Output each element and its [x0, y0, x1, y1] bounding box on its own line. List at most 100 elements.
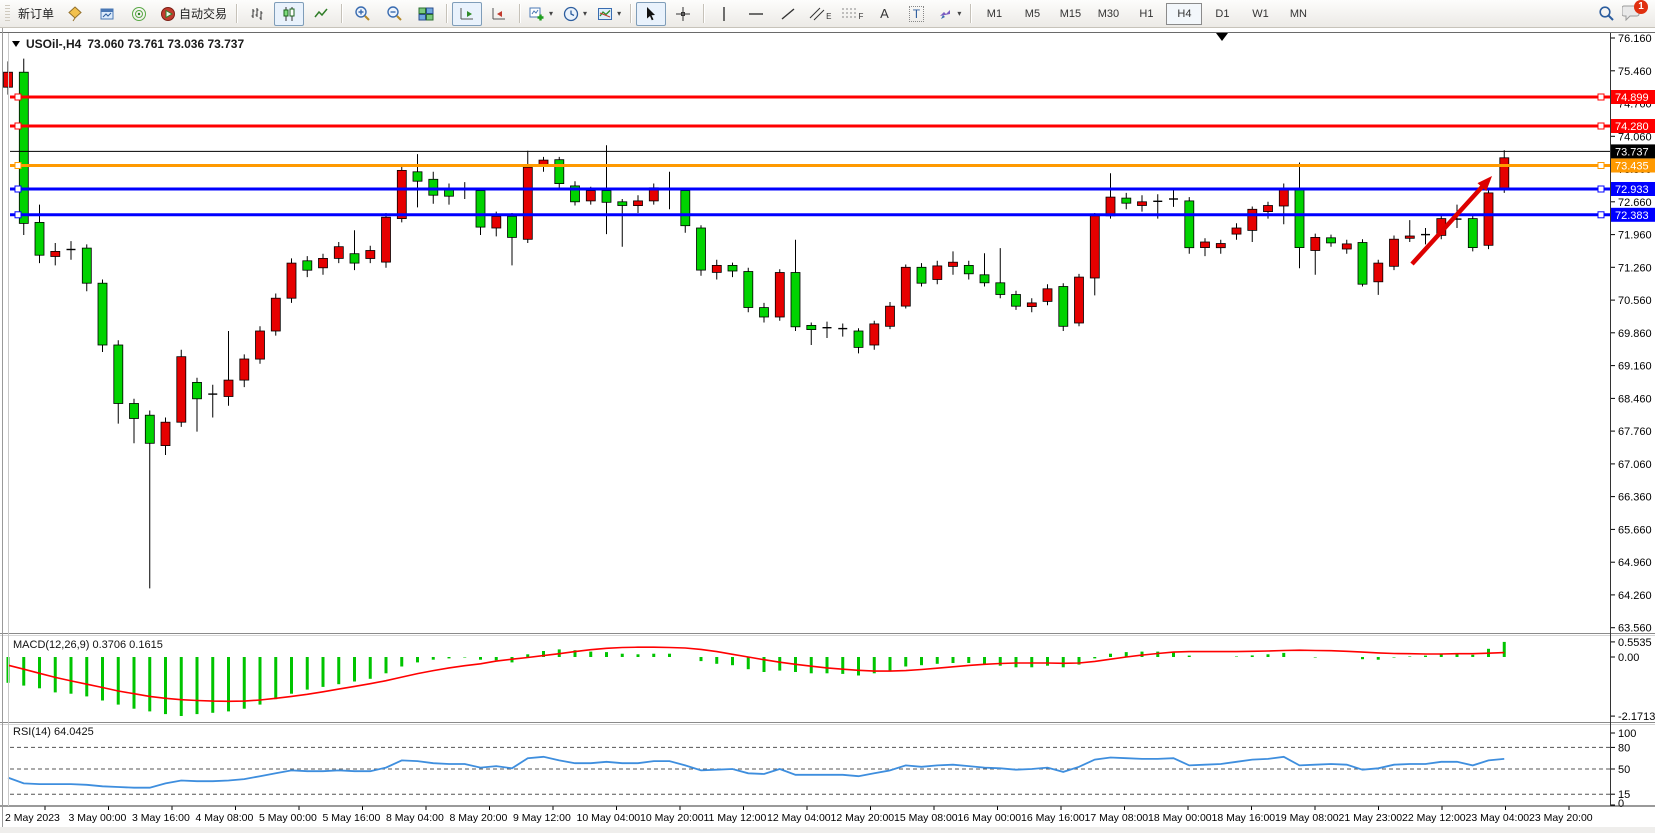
timeframe-button-W1[interactable]: W1 [1242, 3, 1278, 25]
svg-text:10 May 20:00: 10 May 20:00 [640, 812, 704, 824]
bar-chart-icon [249, 6, 265, 22]
tile-windows-button[interactable] [411, 2, 441, 26]
label-tool-button[interactable]: T [901, 2, 931, 26]
auto-trading-button[interactable]: 自动交易 [156, 2, 231, 26]
add-indicator-icon [529, 6, 545, 22]
templates-button[interactable]: ▾ [593, 2, 625, 26]
auto-scroll-icon [459, 6, 475, 22]
crosshair-tool-button[interactable] [668, 2, 698, 26]
svg-text:18 May 00:00: 18 May 00:00 [1148, 812, 1212, 824]
auto-scroll-button[interactable] [452, 2, 482, 26]
svg-text:11 May 12:00: 11 May 12:00 [704, 812, 767, 824]
toolbar-separator [446, 4, 447, 23]
candlestick-icon [281, 6, 297, 22]
dropdown-caret-icon: ▾ [549, 9, 553, 18]
svg-text:12 May 04:00: 12 May 04:00 [767, 812, 831, 824]
price-badge-73.737: 73.737 [1611, 144, 1655, 158]
svg-text:12 May 20:00: 12 May 20:00 [831, 812, 895, 824]
arrows-tool-button[interactable]: ▾ [933, 2, 965, 26]
trendline-tool-button[interactable] [773, 2, 803, 26]
bar-chart-mode-button[interactable] [242, 2, 272, 26]
dropdown-caret-icon: ▾ [583, 9, 587, 18]
window-icon [99, 6, 115, 22]
svg-text:9 May 12:00: 9 May 12:00 [513, 812, 571, 824]
timeframe-button-M1[interactable]: M1 [976, 3, 1012, 25]
toolbar-separator [630, 4, 631, 23]
svg-text:22 May 12:00: 22 May 12:00 [1402, 812, 1466, 824]
svg-text:74.899: 74.899 [1615, 92, 1649, 104]
market-watch-window-icon[interactable] [92, 2, 122, 26]
candlestick-mode-button[interactable] [274, 2, 304, 26]
svg-text:76.160: 76.160 [1618, 33, 1652, 45]
equidistant-channel-icon [809, 6, 825, 22]
vline-tool-button[interactable] [709, 2, 739, 26]
toolbar-grip [5, 5, 10, 23]
crosshair-icon [675, 6, 691, 22]
svg-text:4 May 08:00: 4 May 08:00 [196, 812, 254, 824]
svg-text:5 May 16:00: 5 May 16:00 [323, 812, 381, 824]
cursor-tool-button[interactable] [636, 2, 666, 26]
svg-text:10 May 04:00: 10 May 04:00 [577, 812, 641, 824]
svg-text:16 May 00:00: 16 May 00:00 [958, 812, 1022, 824]
cursor-icon [644, 6, 659, 21]
text-tool-button[interactable]: A [869, 2, 899, 26]
timeframe-button-H4[interactable]: H4 [1166, 3, 1202, 25]
add-indicator-button[interactable]: ▾ [525, 2, 557, 26]
timeframe-button-MN[interactable]: MN [1280, 3, 1316, 25]
svg-text:72.660: 72.660 [1618, 197, 1652, 209]
main-toolbar: 新订单 自动交易 ▾ ▾ [0, 0, 1655, 28]
channel-tool-button[interactable]: E [805, 2, 835, 26]
ohlc-values-label: 73.060 73.761 73.036 73.737 [87, 37, 244, 51]
svg-text:8 May 04:00: 8 May 04:00 [386, 812, 444, 824]
timeframe-button-M5[interactable]: M5 [1014, 3, 1050, 25]
line-chart-mode-button[interactable] [306, 2, 336, 26]
timeframe-button-H1[interactable]: H1 [1128, 3, 1164, 25]
svg-text:0.00: 0.00 [1618, 652, 1639, 664]
svg-text:70.560: 70.560 [1618, 295, 1652, 307]
trendline-icon [780, 6, 796, 22]
macd-indicator-label: MACD(12,26,9) 0.3706 0.1615 [13, 639, 163, 651]
symbol-period-label: USOil-,H4 [26, 37, 81, 51]
chart-menu-collapse-icon[interactable] [12, 41, 20, 47]
hline-tool-button[interactable] [741, 2, 771, 26]
kite-icon[interactable] [60, 2, 90, 26]
timeframe-button-M30[interactable]: M30 [1090, 3, 1126, 25]
vertical-line-icon [717, 6, 731, 22]
svg-text:-2.1713: -2.1713 [1618, 711, 1655, 723]
zoom-out-button[interactable] [379, 2, 409, 26]
svg-text:71.260: 71.260 [1618, 262, 1652, 274]
search-button[interactable] [1591, 2, 1621, 26]
line-chart-icon [313, 6, 329, 22]
svg-text:5 May 00:00: 5 May 00:00 [259, 812, 317, 824]
svg-text:73.435: 73.435 [1615, 161, 1649, 173]
svg-text:66.360: 66.360 [1618, 492, 1652, 504]
svg-text:3 May 00:00: 3 May 00:00 [69, 812, 127, 824]
toolbar-separator [703, 4, 704, 23]
fibo-f-glyph: F [858, 12, 863, 21]
new-order-button[interactable]: 新订单 [14, 2, 58, 26]
chart-shift-icon [491, 6, 507, 22]
svg-text:72.383: 72.383 [1615, 210, 1649, 222]
toolbar-separator [236, 4, 237, 23]
timeframe-button-D1[interactable]: D1 [1204, 3, 1240, 25]
svg-text:65.660: 65.660 [1618, 524, 1652, 536]
chart-shift-button[interactable] [484, 2, 514, 26]
toolbar-separator [970, 4, 971, 23]
svg-text:50: 50 [1618, 764, 1630, 776]
svg-text:69.860: 69.860 [1618, 328, 1652, 340]
svg-text:63.560: 63.560 [1618, 623, 1652, 635]
fibonacci-tool-button[interactable]: F [837, 2, 867, 26]
zoom-in-button[interactable] [347, 2, 377, 26]
new-order-label: 新订单 [18, 5, 54, 22]
notifications-button[interactable]: 1 [1622, 4, 1641, 24]
periodicity-button[interactable]: ▾ [559, 2, 591, 26]
kite-icon [67, 6, 83, 22]
svg-text:16 May 16:00: 16 May 16:00 [1021, 812, 1085, 824]
svg-text:80: 80 [1618, 742, 1630, 754]
svg-text:67.060: 67.060 [1618, 459, 1652, 471]
signal-icon [131, 6, 147, 22]
chart-canvas[interactable]: 76.16075.46074.76074.06073.36072.66071.9… [0, 0, 1655, 833]
signal-icon[interactable] [124, 2, 154, 26]
notification-badge: 1 [1634, 0, 1648, 14]
timeframe-button-M15[interactable]: M15 [1052, 3, 1088, 25]
